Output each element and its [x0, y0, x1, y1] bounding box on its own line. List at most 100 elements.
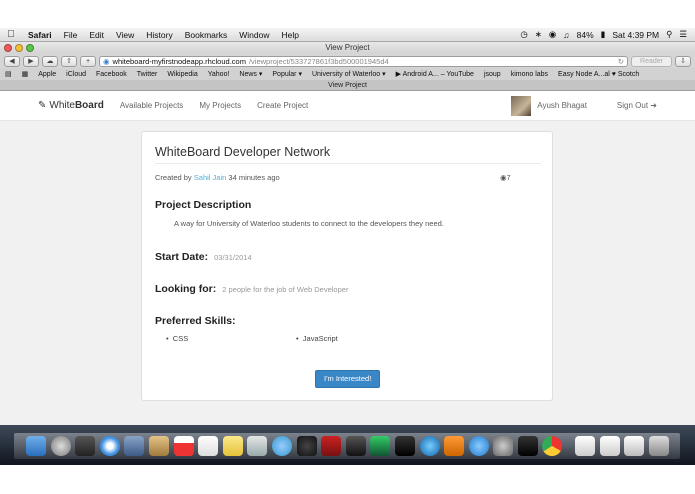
- iphoto-icon[interactable]: [370, 436, 391, 456]
- battery-icon[interactable]: ▮: [601, 29, 606, 40]
- volume-icon[interactable]: ♫: [563, 30, 569, 40]
- document-icon[interactable]: [624, 436, 645, 456]
- share-icon[interactable]: ⇧: [61, 55, 77, 67]
- menu-bookmarks[interactable]: Bookmarks: [179, 30, 234, 40]
- tab-view-project[interactable]: View Project: [0, 80, 695, 91]
- pencil-square-icon: ✎: [38, 100, 47, 111]
- bookmark-wikipedia[interactable]: Wikipedia: [162, 71, 202, 78]
- spotlight-search-icon[interactable]: ⚲: [666, 29, 672, 40]
- new-tab-button[interactable]: +: [80, 55, 96, 67]
- window-controls: [4, 44, 34, 52]
- bookmark-apple[interactable]: Apple: [33, 71, 61, 78]
- menu-edit[interactable]: Edit: [83, 30, 110, 40]
- brand-logo[interactable]: ✎ WhiteBoard: [38, 100, 104, 111]
- icloud-tabs-icon[interactable]: ☁: [42, 55, 58, 67]
- garageband-icon[interactable]: [394, 436, 415, 456]
- menu-history[interactable]: History: [140, 30, 178, 40]
- nav-create-project[interactable]: Create Project: [257, 101, 308, 110]
- mission-control-icon[interactable]: [75, 436, 96, 456]
- bluetooth-icon[interactable]: ∗: [535, 29, 542, 40]
- bookmark-android-youtube[interactable]: ▶ Android A... – YouTube: [391, 70, 479, 78]
- sign-out-link[interactable]: Sign Out ➜: [617, 101, 657, 110]
- facetime-icon[interactable]: [296, 436, 317, 456]
- looking-for-row: Looking for: 2 people for the job of Web …: [155, 283, 348, 295]
- launchpad-icon[interactable]: [50, 436, 71, 456]
- forward-button[interactable]: ▶: [23, 55, 39, 67]
- trash-icon[interactable]: [648, 436, 669, 456]
- nav-my-projects[interactable]: My Projects: [199, 101, 241, 110]
- contacts-icon[interactable]: [148, 436, 169, 456]
- project-card: WhiteBoard Developer Network Created by …: [141, 131, 553, 401]
- bookmark-twitter[interactable]: Twitter: [132, 71, 163, 78]
- zoom-window-icon[interactable]: [26, 44, 34, 52]
- itunes-icon[interactable]: [419, 436, 440, 456]
- bookmark-uwaterloo[interactable]: University of Waterloo ▾: [307, 70, 391, 78]
- terminal-icon[interactable]: [517, 436, 538, 456]
- show-bookmarks-icon[interactable]: ▤: [0, 70, 17, 78]
- calendar-icon[interactable]: [173, 436, 194, 456]
- author-link[interactable]: Sahil Jain: [194, 173, 227, 182]
- close-window-icon[interactable]: [4, 44, 12, 52]
- menu-help[interactable]: Help: [275, 30, 304, 40]
- skills-list: • CSS • JavaScript: [166, 334, 546, 343]
- reminders-icon[interactable]: [198, 436, 219, 456]
- photo-booth-icon[interactable]: [321, 436, 342, 456]
- menu-window[interactable]: Window: [233, 30, 275, 40]
- start-date-row: Start Date: 03/31/2014: [155, 251, 252, 263]
- notes-icon[interactable]: [222, 436, 243, 456]
- list-item: • JavaScript: [296, 334, 338, 343]
- preview-icon[interactable]: [247, 436, 268, 456]
- chrome-icon[interactable]: [542, 436, 563, 456]
- minimize-window-icon[interactable]: [15, 44, 23, 52]
- bookmark-icloud[interactable]: iCloud: [61, 71, 91, 78]
- bookmark-news[interactable]: News ▾: [234, 70, 267, 78]
- menu-app-safari[interactable]: Safari: [22, 30, 58, 40]
- list-item: • CSS: [166, 334, 189, 343]
- url-path: /viewproject/533727861f3bd500001945d4: [248, 56, 389, 66]
- bookmark-kimono-labs[interactable]: kimono labs: [506, 71, 553, 78]
- looking-for-value: 2 people for the job of Web Developer: [222, 285, 349, 294]
- app-store-icon[interactable]: [468, 436, 489, 456]
- nav-available-projects[interactable]: Available Projects: [120, 101, 183, 110]
- bookmark-easy-node[interactable]: Easy Node A...al ♥ Scotch: [553, 71, 644, 78]
- finder-icon[interactable]: [26, 436, 46, 456]
- time-machine-icon[interactable]: ◷: [520, 29, 527, 40]
- reload-icon[interactable]: ↻: [618, 57, 624, 66]
- user-name[interactable]: Ayush Bhagat: [537, 101, 587, 110]
- site-favicon-icon: ◉: [103, 56, 110, 66]
- reader-button[interactable]: Reader: [631, 55, 672, 67]
- document-icon[interactable]: [599, 436, 620, 456]
- bookmark-facebook[interactable]: Facebook: [91, 71, 132, 78]
- address-bar[interactable]: ◉ whiteboard-myfirstnodeapp.rhcloud.com /…: [99, 55, 629, 67]
- project-meta: Created by Sahil Jain 34 minutes ago: [155, 173, 280, 182]
- downloads-icon[interactable]: ⇩: [675, 55, 691, 67]
- skill-css: CSS: [172, 334, 189, 343]
- avatar[interactable]: [511, 95, 532, 116]
- menubar-status-area: ◷ ∗ ◉ ♫ 84% ▮ Sat 4:39 PM ⚲ ☰: [520, 29, 695, 40]
- top-sites-icon[interactable]: ▦: [17, 70, 34, 78]
- app-navbar: ✎ WhiteBoard Available Projects My Proje…: [0, 91, 695, 121]
- apple-menu-icon[interactable]: : [0, 29, 22, 40]
- messages-icon[interactable]: [271, 436, 292, 456]
- bookmarks-bar: ▤ ▦ Apple iCloud Facebook Twitter Wikipe…: [0, 68, 695, 80]
- bookmark-popular[interactable]: Popular ▾: [267, 70, 307, 78]
- mail-icon[interactable]: [124, 436, 145, 456]
- ibooks-icon[interactable]: [444, 436, 465, 456]
- menu-view[interactable]: View: [110, 30, 140, 40]
- clock[interactable]: Sat 4:39 PM: [612, 30, 659, 40]
- bookmark-yahoo[interactable]: Yahoo!: [203, 71, 235, 78]
- system-preferences-icon[interactable]: [493, 436, 514, 456]
- battery-percent[interactable]: 84%: [577, 30, 594, 40]
- dock-shelf: [14, 433, 680, 459]
- imovie-icon[interactable]: [345, 436, 366, 456]
- safari-icon[interactable]: [99, 436, 120, 456]
- back-button[interactable]: ◀: [4, 55, 20, 67]
- interested-button[interactable]: I'm Interested!: [315, 370, 381, 388]
- document-icon[interactable]: [575, 436, 596, 456]
- notification-center-icon[interactable]: ☰: [679, 29, 687, 40]
- macos-dock: [0, 425, 695, 465]
- bookmark-jsoup[interactable]: jsoup: [479, 71, 506, 78]
- menu-file[interactable]: File: [58, 30, 84, 40]
- wifi-icon[interactable]: ◉: [549, 29, 556, 40]
- user-area: Ayush Bhagat Sign Out ➜: [511, 95, 657, 116]
